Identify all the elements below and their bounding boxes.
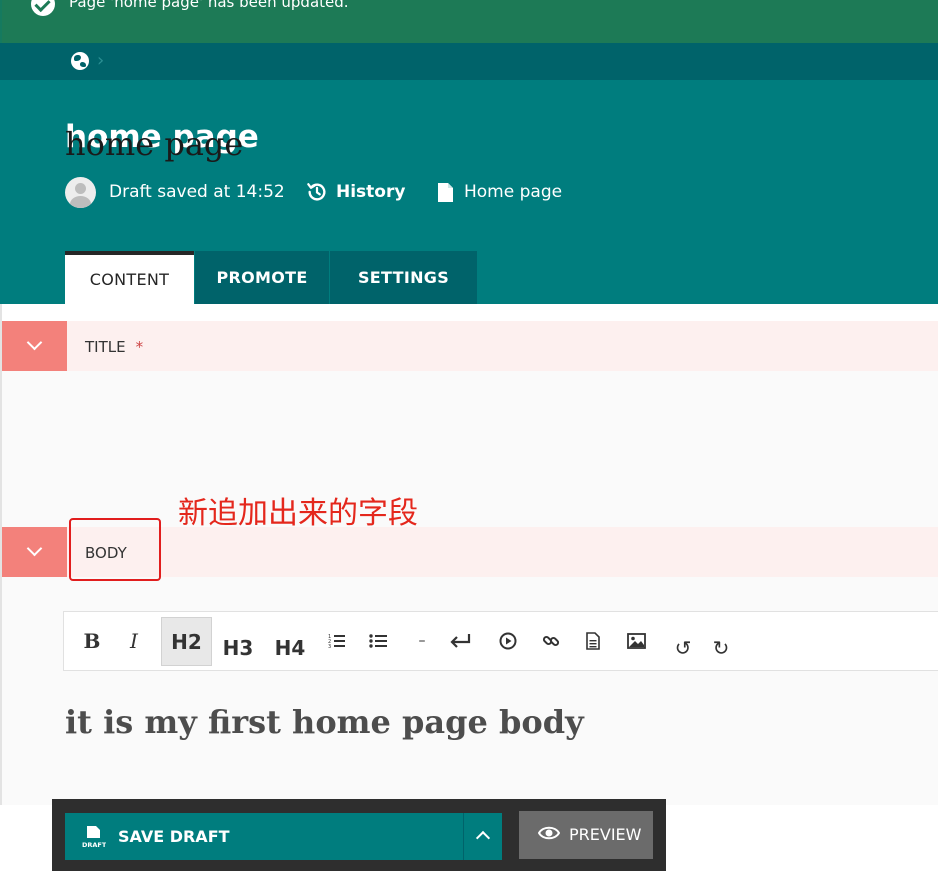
preview-button[interactable]: PREVIEW xyxy=(519,811,653,859)
globe-icon[interactable] xyxy=(71,52,89,70)
rich-text-toolbar: B I H2 H3 H4 1 2 3 – ↺ ↻ xyxy=(63,611,938,671)
document-icon xyxy=(438,182,453,202)
draft-status: Draft saved at 14:52 xyxy=(109,182,285,202)
draft-icon: DRAFT xyxy=(82,826,106,849)
history-icon xyxy=(307,183,326,201)
title-field-label: TITLE * xyxy=(85,337,143,357)
breadcrumb: › xyxy=(0,43,938,80)
tab-content[interactable]: CONTENT xyxy=(65,251,194,304)
check-circle-icon xyxy=(31,0,55,16)
svg-text:3: 3 xyxy=(328,644,331,649)
draft-icon-text: DRAFT xyxy=(82,841,106,849)
collapse-body-toggle[interactable] xyxy=(2,527,67,577)
italic-button[interactable]: I xyxy=(120,612,148,670)
image-icon[interactable] xyxy=(625,612,647,670)
line-break-icon[interactable] xyxy=(448,612,472,670)
eye-icon xyxy=(538,826,560,840)
required-marker: * xyxy=(135,338,144,356)
success-message-text: Page 'home page' has been updated. xyxy=(69,0,349,11)
document-link-icon[interactable] xyxy=(583,612,603,670)
bullet-list-icon[interactable] xyxy=(368,612,388,670)
embed-media-icon[interactable] xyxy=(497,612,519,670)
page-header: home page Draft saved at 14:52 History H… xyxy=(0,80,938,304)
heading-2-button[interactable]: H2 xyxy=(161,617,212,666)
tab-promote[interactable]: PROMOTE xyxy=(194,251,329,304)
collapse-title-toggle[interactable] xyxy=(2,321,67,371)
title-input[interactable]: home page xyxy=(65,124,243,164)
save-draft-button[interactable]: DRAFT SAVE DRAFT xyxy=(65,813,463,860)
ordered-list-icon[interactable]: 1 2 3 xyxy=(327,612,347,670)
page-type-label: Home page xyxy=(464,182,563,202)
undo-icon[interactable]: ↺ xyxy=(672,619,694,677)
heading-3-button[interactable]: H3 xyxy=(218,619,258,677)
link-icon[interactable] xyxy=(540,612,562,670)
tab-bar: CONTENT PROMOTE SETTINGS xyxy=(65,251,477,304)
horizontal-rule-button[interactable]: – xyxy=(414,612,430,670)
more-actions-button[interactable] xyxy=(463,813,502,860)
history-label: History xyxy=(336,182,406,202)
chevron-right-icon: › xyxy=(97,50,105,71)
title-label-text: TITLE xyxy=(85,338,126,356)
heading-4-button[interactable]: H4 xyxy=(270,619,310,677)
title-field-header: TITLE * xyxy=(2,321,938,371)
form-top-gap xyxy=(2,304,938,321)
redo-icon[interactable]: ↻ xyxy=(710,619,732,677)
bold-button[interactable]: B xyxy=(78,612,106,670)
save-draft-label: SAVE DRAFT xyxy=(118,827,230,846)
body-content[interactable]: it is my first home page body xyxy=(65,700,584,744)
page-type: Home page xyxy=(437,176,562,208)
annotation-text: 新追加出来的字段 xyxy=(178,496,418,531)
tab-settings[interactable]: SETTINGS xyxy=(329,251,477,304)
history-link[interactable]: History xyxy=(306,176,405,208)
preview-label: PREVIEW xyxy=(569,825,642,844)
action-footer: DRAFT SAVE DRAFT PREVIEW xyxy=(52,799,666,871)
annotation-highlight-box xyxy=(69,518,161,581)
avatar xyxy=(65,177,96,208)
success-message-bar: Page 'home page' has been updated. xyxy=(0,0,938,43)
